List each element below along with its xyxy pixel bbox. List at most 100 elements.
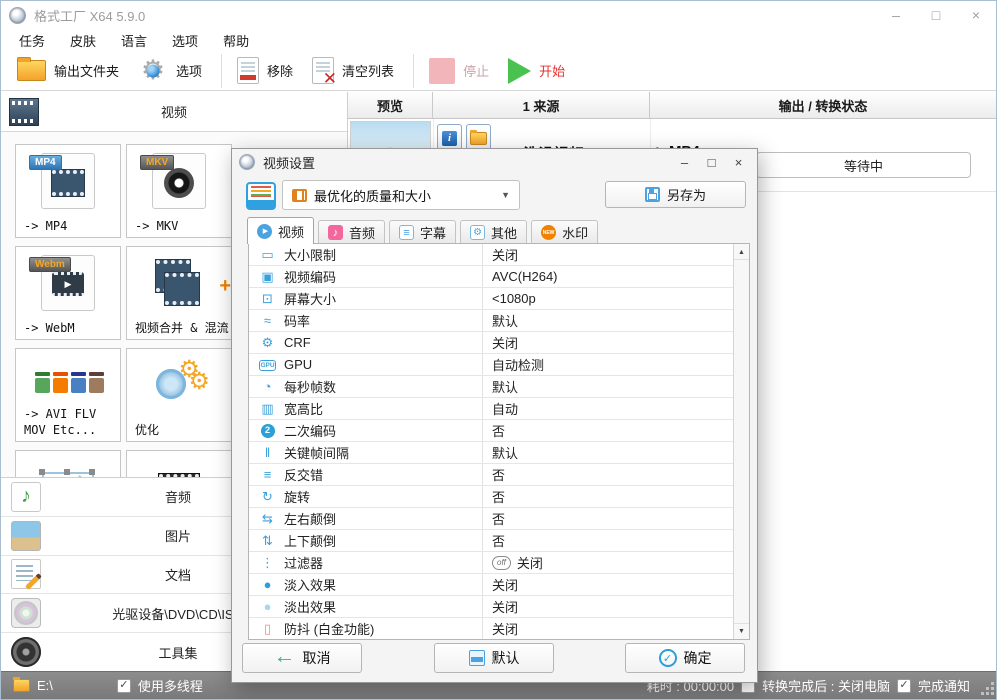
save-as-button[interactable]: 另存为 <box>605 181 746 208</box>
setting-deinterlace[interactable]: ≡反交错否 <box>249 464 733 486</box>
setting-fps[interactable]: ◔每秒帧数默认 <box>249 376 733 398</box>
clear-list-button[interactable]: 清空列表 <box>312 57 394 84</box>
watermark-tab-icon: NEW <box>541 225 556 240</box>
check-icon: ✓ <box>899 680 908 691</box>
stop-button[interactable]: 停止 <box>429 58 489 84</box>
dialog-minimize-icon[interactable]: – <box>671 151 698 173</box>
setting-gpu[interactable]: GPUGPU自动检测 <box>249 354 733 376</box>
quality-profile-select[interactable]: 最优化的质量和大小 ▼ <box>282 180 520 210</box>
output-folder-button[interactable]: 输出文件夹 <box>17 60 119 81</box>
setting-fade-out[interactable]: ●淡出效果关闭 <box>249 596 733 618</box>
setting-aspect-ratio[interactable]: ▥宽高比自动 <box>249 398 733 420</box>
maximize-icon[interactable]: □ <box>916 1 956 29</box>
tile-mkv[interactable]: MKV-> MKV <box>126 144 232 238</box>
toolbar-separator <box>413 54 414 88</box>
setting-label: ⊡屏幕大小 <box>249 288 483 309</box>
dialog-close-icon[interactable]: × <box>725 151 752 173</box>
app-window: 格式工厂 X64 5.9.0 – □ × 任务皮肤语言选项帮助 输出文件夹 ⚙ … <box>0 0 997 700</box>
setting-label: ●淡入效果 <box>249 574 483 595</box>
setting-flip-horizontal[interactable]: ⇆左右颠倒否 <box>249 508 733 530</box>
dialog-maximize-icon[interactable]: □ <box>698 151 725 173</box>
tab-watermark[interactable]: NEW水印 <box>531 220 598 244</box>
output-path[interactable]: E:\ <box>37 678 53 693</box>
tile-multi[interactable]: -> AVI FLV MOV Etc... <box>15 348 121 442</box>
default-button[interactable]: 默认 <box>434 643 554 673</box>
cancel-button[interactable]: ← 取消 <box>242 643 362 673</box>
setting-name: 大小限制 <box>284 245 336 264</box>
resize-grip[interactable] <box>986 687 989 690</box>
tile-optimize[interactable]: 优化 <box>126 348 232 442</box>
setting-video-codec[interactable]: ▣视频编码AVC(H264) <box>249 266 733 288</box>
setting-value: 关闭 <box>483 574 733 595</box>
scroll-down-icon[interactable]: ▼ <box>734 623 749 638</box>
tab-video[interactable]: ▶视频 <box>247 217 314 244</box>
minimize-icon[interactable]: – <box>876 1 916 29</box>
setting-stabilize[interactable]: ▯防抖 (白金功能) 关闭 <box>249 618 733 639</box>
setting-value-text: 关闭 <box>492 619 518 638</box>
scroll-up-icon[interactable]: ▲ <box>734 245 749 260</box>
tab-subtitle[interactable]: ≡字幕 <box>389 220 456 244</box>
folder-icon <box>470 132 487 145</box>
options-button[interactable]: ⚙ 选项 <box>138 57 202 84</box>
setting-crf[interactable]: ⚙CRF关闭 <box>249 332 733 354</box>
column-source[interactable]: 1 来源 <box>433 92 650 118</box>
ok-check-icon: ✓ <box>659 649 677 667</box>
video-section-header[interactable]: 视频 <box>1 92 347 132</box>
tile-mp4[interactable]: MP4-> MP4 <box>15 144 121 238</box>
menu-item-tasks[interactable]: 任务 <box>19 31 45 50</box>
remove-button[interactable]: 移除 <box>237 57 293 84</box>
setting-filter[interactable]: ⋮过滤器off关闭 <box>249 552 733 574</box>
setting-name: 旋转 <box>284 487 310 506</box>
setting-name: 二次编码 <box>284 421 336 440</box>
settings-table: ▭ 大小限制关闭 ▣视频编码AVC(H264)⊡屏幕大小<1080p≈码率默认⚙CR… <box>248 243 750 640</box>
dialog-window-controls: – □ × <box>671 151 752 173</box>
menu-item-options[interactable]: 选项 <box>172 31 198 50</box>
setting-value-text: 否 <box>492 465 505 484</box>
scrollbar[interactable]: ▲ ▼ <box>733 244 749 639</box>
options-label: 选项 <box>176 61 202 80</box>
setting-size-limit[interactable]: ▭大小限制关闭 <box>249 244 733 266</box>
film-icon <box>9 98 39 126</box>
setting-two-pass[interactable]: 2二次编码否 <box>249 420 733 442</box>
setting-label: ↻旋转 <box>249 486 483 507</box>
tile-merge[interactable]: 视频合并 & 混流 <box>126 246 232 340</box>
setting-value: 否 <box>483 530 733 551</box>
setting-value-text: 自动检测 <box>492 355 544 374</box>
setting-value-text: 否 <box>492 509 505 528</box>
stop-icon <box>429 58 455 84</box>
menu-item-skin[interactable]: 皮肤 <box>70 31 96 50</box>
setting-label: ▯防抖 (白金功能) <box>249 618 483 639</box>
column-preview[interactable]: 预览 <box>348 92 433 118</box>
column-output-status[interactable]: 输出 / 转换状态 <box>650 92 996 118</box>
setting-bitrate[interactable]: ≈码率默认 <box>249 310 733 332</box>
multithread-checkbox[interactable]: ✓ <box>117 679 131 693</box>
setting-value: 自动检测 <box>483 354 733 375</box>
setting-fade-in[interactable]: ●淡入效果关闭 <box>249 574 733 596</box>
close-icon[interactable]: × <box>956 1 996 29</box>
menu-item-language[interactable]: 语言 <box>121 31 147 50</box>
notify-checkbox[interactable]: ✓ <box>897 679 911 693</box>
setting-keyframe-interval[interactable]: ‖关键帧间隔默认 <box>249 442 733 464</box>
setting-value: 关闭 <box>483 332 733 353</box>
setting-screen-size[interactable]: ⊡屏幕大小<1080p <box>249 288 733 310</box>
tile-art <box>16 356 120 412</box>
profile-film-icon <box>292 189 307 202</box>
format-badge: MP4 <box>29 155 62 170</box>
setting-rotate[interactable]: ↻旋转否 <box>249 486 733 508</box>
setting-name: 淡入效果 <box>284 575 336 594</box>
video-settings-dialog: 视频设置 – □ × 最优化的质量和大小 ▼ 另存为 ▶视频♪音频≡字幕⚙其他N… <box>231 148 758 683</box>
setting-value-text: 否 <box>492 421 505 440</box>
setting-flip-vertical[interactable]: ⇅上下颠倒否 <box>249 530 733 552</box>
tile-label: 优化 <box>135 422 230 438</box>
ok-label: 确定 <box>684 648 712 668</box>
tile-webm[interactable]: Webm-> WebM <box>15 246 121 340</box>
aspect-ratio-icon: ▥ <box>259 401 276 417</box>
tab-other[interactable]: ⚙其他 <box>460 220 527 244</box>
tab-audio[interactable]: ♪音频 <box>318 220 385 244</box>
setting-value: 否 <box>483 420 733 441</box>
size-limit-icon: ▭ <box>259 247 276 263</box>
status-badge: 等待中 <box>756 152 971 178</box>
ok-button[interactable]: ✓ 确定 <box>625 643 745 673</box>
start-button[interactable]: 开始 <box>508 58 565 84</box>
menu-item-help[interactable]: 帮助 <box>223 31 249 50</box>
